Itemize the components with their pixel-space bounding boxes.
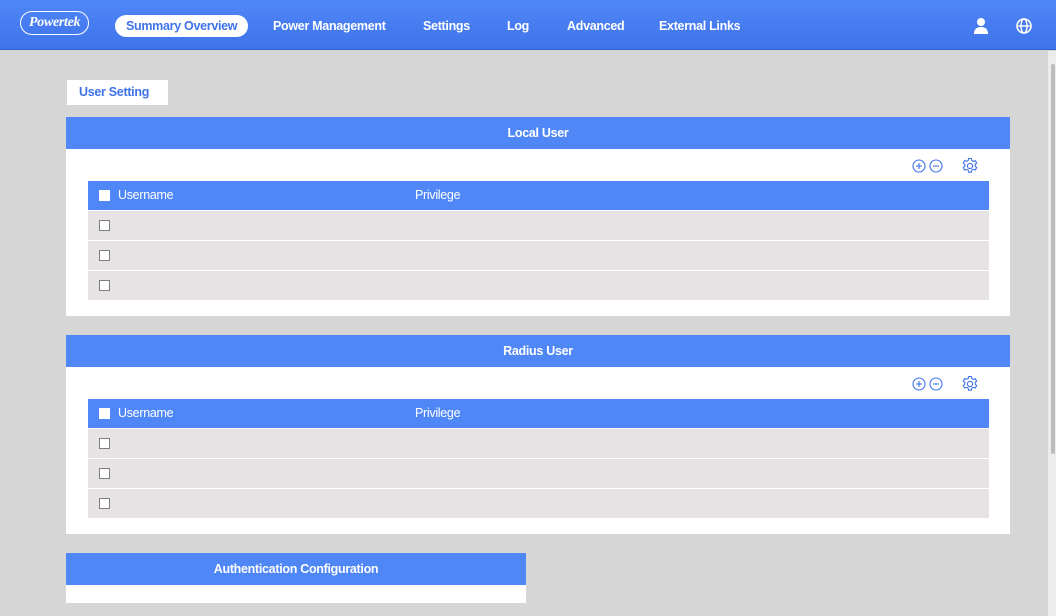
row-checkbox[interactable] xyxy=(99,498,110,509)
select-all-checkbox[interactable] xyxy=(99,190,110,201)
nav-summary-overview[interactable]: Summary Overview xyxy=(115,15,249,37)
gear-icon[interactable] xyxy=(961,157,979,175)
local-user-table: Username Privilege xyxy=(88,181,989,300)
powertek-logo[interactable]: Powertek xyxy=(20,11,90,35)
nav-settings[interactable]: Settings xyxy=(423,16,470,36)
table-row[interactable] xyxy=(88,210,989,240)
remove-icon[interactable] xyxy=(929,159,943,173)
nav-power-management[interactable]: Power Management xyxy=(273,16,386,36)
row-checkbox[interactable] xyxy=(99,468,110,479)
nav-external-links[interactable]: External Links xyxy=(659,16,741,36)
nav-log[interactable]: Log xyxy=(507,16,529,36)
nav-advanced[interactable]: Advanced xyxy=(567,16,625,36)
radius-user-title: Radius User xyxy=(66,335,1010,367)
table-header: Username Privilege xyxy=(88,399,989,428)
authentication-configuration-panel: Authentication Configuration xyxy=(66,553,526,603)
table-row[interactable] xyxy=(88,428,989,458)
local-user-toolbar xyxy=(910,157,990,177)
add-icon[interactable] xyxy=(912,159,926,173)
user-icon[interactable] xyxy=(971,16,991,36)
tab-user-setting[interactable]: User Setting xyxy=(67,80,168,105)
remove-icon[interactable] xyxy=(929,377,943,391)
local-user-panel: Local User Username Privilege xyxy=(66,117,1010,316)
select-all-checkbox[interactable] xyxy=(99,408,110,419)
radius-user-panel: Radius User Username Privilege xyxy=(66,335,1010,534)
gear-icon[interactable] xyxy=(961,375,979,393)
column-username[interactable]: Username xyxy=(118,181,174,210)
local-user-title: Local User xyxy=(66,117,1010,149)
radius-user-table: Username Privilege xyxy=(88,399,989,518)
scrollbar-thumb[interactable] xyxy=(1051,64,1055,454)
top-nav-bar: Powertek Summary Overview Power Manageme… xyxy=(0,0,1056,50)
table-row[interactable] xyxy=(88,240,989,270)
table-row[interactable] xyxy=(88,488,989,518)
table-row[interactable] xyxy=(88,458,989,488)
column-privilege[interactable]: Privilege xyxy=(415,181,461,210)
radius-user-toolbar xyxy=(910,375,990,395)
globe-icon[interactable] xyxy=(1014,16,1034,36)
column-username[interactable]: Username xyxy=(118,399,174,428)
row-checkbox[interactable] xyxy=(99,220,110,231)
table-header: Username Privilege xyxy=(88,181,989,210)
row-checkbox[interactable] xyxy=(99,250,110,261)
authentication-configuration-title: Authentication Configuration xyxy=(66,553,526,585)
table-row[interactable] xyxy=(88,270,989,300)
row-checkbox[interactable] xyxy=(99,280,110,291)
add-icon[interactable] xyxy=(912,377,926,391)
row-checkbox[interactable] xyxy=(99,438,110,449)
column-privilege[interactable]: Privilege xyxy=(415,399,461,428)
